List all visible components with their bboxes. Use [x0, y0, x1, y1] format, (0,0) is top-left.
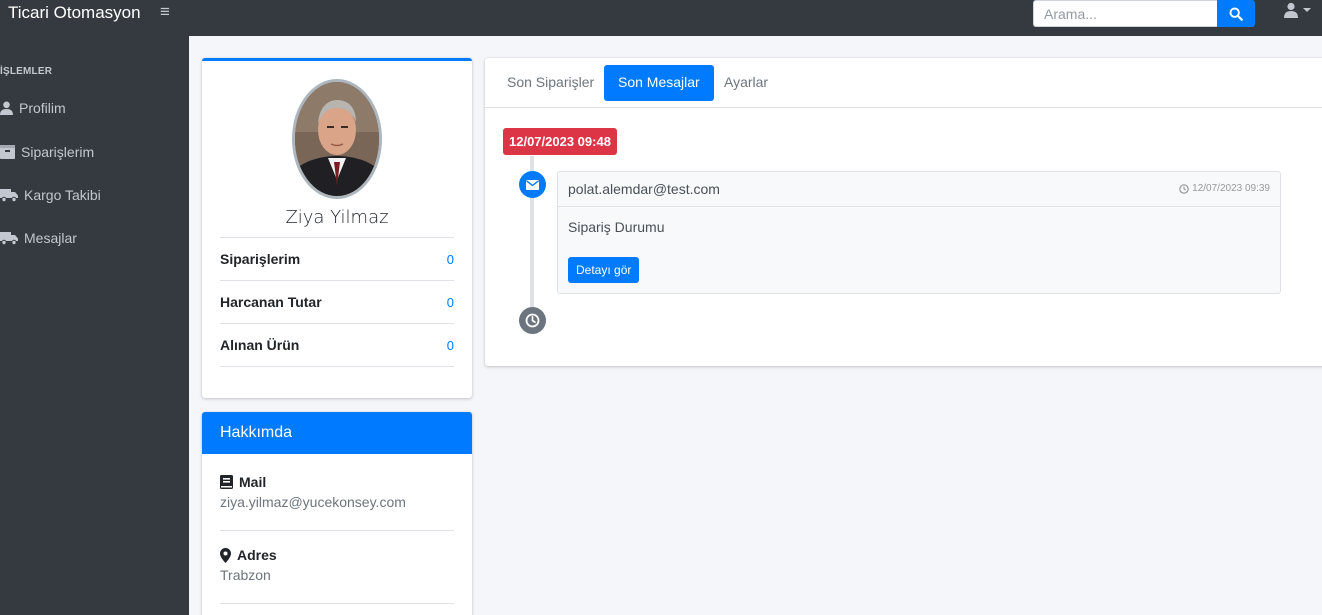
stat-value[interactable]: 0: [447, 338, 454, 353]
timeline-item: polat.alemdar@test.com 12/07/2023 09:39 …: [557, 171, 1281, 294]
truck-icon: [0, 189, 18, 202]
menu-toggle-icon[interactable]: ≡: [160, 2, 170, 22]
stat-label: Alınan Ürün: [220, 337, 300, 353]
address-label: Adres: [237, 547, 277, 563]
user-icon: [1284, 2, 1298, 18]
message-body: Sipariş Durumu: [568, 219, 665, 235]
sidebar-item-mesajlar[interactable]: Mesajlar: [0, 230, 77, 246]
stat-label: Harcanan Tutar: [220, 294, 322, 310]
truck-icon: [0, 232, 18, 245]
profile-photo: [295, 82, 379, 196]
sidebar-item-label: Kargo Takibi: [24, 187, 101, 203]
stat-row: Alınan Ürün 0: [220, 323, 454, 366]
sidebar-item-label: Mesajlar: [24, 230, 77, 246]
profile-name: Ziya Yilmaz: [285, 207, 389, 228]
message-sender: polat.alemdar@test.com: [568, 181, 720, 197]
sidebar-item-label: Siparişlerim: [21, 144, 95, 160]
about-title: Hakkımda: [202, 412, 472, 454]
sidebar-item-profilim[interactable]: Profilim: [0, 100, 66, 116]
user-icon: [0, 101, 13, 115]
stat-label: Siparişlerim: [220, 251, 301, 267]
address-value: Trabzon: [220, 567, 271, 583]
timeline-item-header: polat.alemdar@test.com 12/07/2023 09:39: [558, 172, 1280, 207]
avatar: [292, 79, 382, 199]
clock-icon: [1179, 183, 1189, 194]
stat-value[interactable]: 0: [447, 252, 454, 267]
book-icon: [220, 475, 233, 489]
search-bar: [1033, 0, 1255, 27]
message-time: 12/07/2023 09:39: [1179, 183, 1270, 194]
about-address: Adres Trabzon: [220, 547, 454, 583]
divider: [220, 366, 454, 367]
envelope-icon: [519, 171, 546, 198]
stat-value[interactable]: 0: [447, 295, 454, 310]
message-time-text: 12/07/2023 09:39: [1192, 183, 1270, 194]
tabs-bar: Son Siparişler Son Mesajlar Ayarlar: [485, 58, 1322, 108]
search-button[interactable]: [1217, 0, 1255, 27]
user-menu[interactable]: [1283, 2, 1311, 18]
tab-ayarlar[interactable]: Ayarlar: [710, 65, 782, 101]
tab-son-mesajlar[interactable]: Son Mesajlar: [604, 65, 714, 101]
tab-son-siparisler[interactable]: Son Siparişler: [493, 65, 608, 101]
mail-value: ziya.yilmaz@yucekonsey.com: [220, 494, 406, 510]
divider: [220, 530, 454, 531]
sidebar: İŞLEMLER Profilim Siparişlerim Kargo Tak…: [0, 36, 189, 615]
stat-row: Siparişlerim 0: [220, 237, 454, 280]
detail-button[interactable]: Detayı gör: [568, 257, 640, 283]
sidebar-header: İŞLEMLER: [0, 66, 53, 77]
divider: [220, 603, 454, 604]
about-mail: Mail ziya.yilmaz@yucekonsey.com: [220, 474, 454, 510]
map-marker-icon: [220, 547, 231, 563]
sidebar-item-kargo-takibi[interactable]: Kargo Takibi: [0, 187, 101, 203]
caret-down-icon: [1303, 8, 1311, 12]
search-icon: [1229, 7, 1243, 21]
box-icon: [0, 145, 15, 159]
profile-card: Ziya Yilmaz Siparişlerim 0 Harcanan Tuta…: [202, 58, 472, 398]
stat-row: Harcanan Tutar 0: [220, 280, 454, 323]
mail-label: Mail: [239, 474, 267, 490]
sidebar-item-label: Profilim: [19, 100, 66, 116]
timeline-date-label: 12/07/2023 09:48: [503, 128, 617, 155]
clock-icon: [519, 307, 546, 334]
top-navbar: Ticari Otomasyon ≡: [0, 0, 1322, 36]
messages-card: Son Siparişler Son Mesajlar Ayarlar 12/0…: [485, 58, 1322, 366]
sidebar-item-siparislerim[interactable]: Siparişlerim: [0, 144, 94, 160]
search-input[interactable]: [1033, 0, 1217, 27]
brand-title[interactable]: Ticari Otomasyon: [8, 3, 141, 23]
about-card: Hakkımda Mail ziya.yilmaz@yucekonsey.com…: [202, 412, 472, 615]
